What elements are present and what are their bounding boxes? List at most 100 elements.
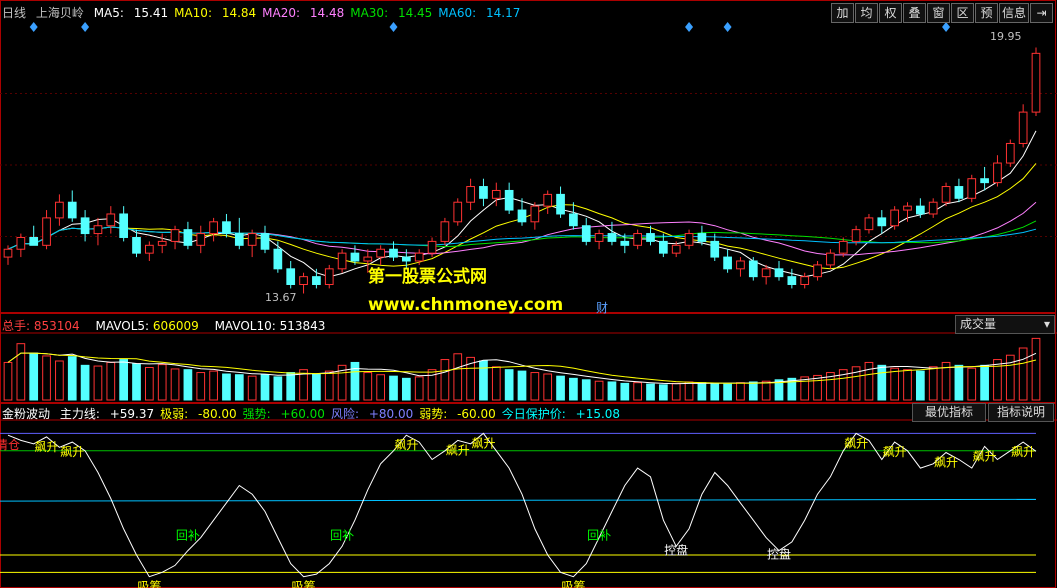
volume-bar[interactable] (324, 370, 334, 401)
candle[interactable] (864, 213, 874, 234)
volume-bar[interactable] (646, 383, 655, 401)
candle[interactable] (633, 229, 643, 250)
volume-bar[interactable] (504, 369, 514, 401)
volume-bar[interactable] (761, 380, 771, 401)
volume-bar[interactable] (915, 370, 925, 401)
candle[interactable] (684, 229, 694, 250)
candle[interactable] (710, 233, 720, 261)
candle[interactable] (106, 206, 116, 234)
toolbar-button[interactable]: 窗 (926, 3, 950, 23)
volume-bar[interactable] (517, 370, 527, 401)
candle[interactable] (928, 198, 938, 218)
period-label[interactable]: 日线 (2, 6, 26, 20)
volume-bar[interactable] (903, 369, 912, 401)
candle[interactable] (748, 257, 758, 281)
volume-bar[interactable] (389, 375, 398, 401)
candle[interactable] (504, 182, 514, 214)
volume-bar[interactable] (401, 377, 411, 401)
volume-bar[interactable] (183, 369, 193, 401)
volume-bar[interactable] (684, 381, 694, 401)
volume-bar[interactable] (1018, 347, 1028, 401)
volume-bar[interactable] (80, 364, 90, 401)
candle[interactable] (299, 272, 308, 294)
candle[interactable] (453, 198, 463, 226)
toolbar-button[interactable]: 叠 (902, 3, 926, 23)
volume-bar[interactable] (453, 353, 463, 401)
volume-bar[interactable] (980, 364, 989, 401)
candle[interactable] (594, 229, 604, 250)
volume-bar[interactable] (170, 368, 180, 401)
volume-bar[interactable] (967, 367, 977, 401)
volume-panel[interactable]: 总手: 853104 MAVOL5: 606009 MAVOL10: 51384… (0, 313, 1057, 403)
volume-bar[interactable] (491, 366, 501, 401)
candle[interactable] (787, 268, 797, 289)
candle[interactable] (967, 174, 977, 203)
candle[interactable] (273, 241, 283, 273)
candle[interactable] (1031, 47, 1041, 117)
volume-bar[interactable] (581, 379, 591, 401)
volume-bar[interactable] (633, 382, 643, 401)
volume-bar[interactable] (530, 372, 540, 401)
volume-bar[interactable] (658, 384, 668, 401)
candle[interactable] (93, 217, 103, 246)
volume-bar[interactable] (3, 361, 13, 401)
candle[interactable] (234, 217, 244, 250)
candle[interactable] (479, 178, 488, 207)
candle[interactable] (530, 202, 540, 230)
candle[interactable] (144, 241, 154, 261)
best-indicator-button[interactable]: 最优指标 (912, 403, 986, 422)
toolbar-button[interactable]: 均 (854, 3, 878, 23)
volume-bar[interactable] (312, 373, 321, 401)
candle[interactable] (993, 155, 1002, 187)
volume-bar[interactable] (440, 359, 450, 401)
candle[interactable] (209, 217, 218, 242)
volume-bar[interactable] (29, 352, 39, 401)
volume-bar[interactable] (286, 372, 296, 401)
candle[interactable] (813, 260, 822, 281)
volume-bar[interactable] (620, 382, 630, 401)
watermark-url[interactable]: www.chnmoney.com (368, 295, 563, 315)
candle[interactable] (260, 225, 270, 254)
volume-bar[interactable] (877, 364, 887, 401)
toolbar-button[interactable]: ⇥ (1030, 3, 1053, 23)
volume-bar[interactable] (800, 376, 810, 401)
volume-bar[interactable] (363, 372, 373, 401)
volume-dropdown[interactable]: 成交量 ▾ (955, 315, 1055, 334)
volume-bar[interactable] (209, 370, 218, 401)
candle[interactable] (890, 206, 900, 230)
volume-bar[interactable] (607, 381, 617, 401)
candle[interactable] (581, 217, 591, 246)
volume-bar[interactable] (157, 364, 167, 401)
event-diamond-icon[interactable] (29, 22, 38, 32)
volume-bar[interactable] (569, 377, 578, 401)
indicator-chart[interactable]: 飙升 飙升吸筹 吸筹飙升 飙升 飙升吸筹控盘 控盘飙升飙升飙升 飙升 飙升清仓回补 回补 回补 (0, 403, 1057, 588)
candle[interactable] (42, 210, 51, 250)
volume-bar[interactable] (697, 382, 707, 401)
indicator-panel[interactable]: 金粉波动 主力线: +59.37 极弱: -80.00 强势: +60.00 风险: … (0, 403, 1057, 588)
candle[interactable] (774, 260, 784, 281)
toolbar-button[interactable]: 权 (878, 3, 902, 23)
volume-bar[interactable] (890, 367, 900, 401)
volume-bar[interactable] (16, 343, 26, 401)
event-diamond-icon[interactable] (723, 22, 732, 32)
candle[interactable] (1018, 104, 1028, 148)
candle[interactable] (170, 225, 180, 250)
volume-bar[interactable] (67, 356, 77, 401)
candle[interactable] (980, 166, 989, 191)
volume-bar[interactable] (376, 374, 386, 401)
candle[interactable] (941, 182, 951, 207)
candle[interactable] (466, 178, 475, 211)
volume-bar[interactable] (234, 374, 244, 401)
volume-bar[interactable] (748, 381, 758, 401)
volume-bar[interactable] (132, 363, 141, 401)
volume-bar[interactable] (260, 374, 270, 401)
candle[interactable] (222, 213, 231, 238)
candle[interactable] (247, 229, 257, 258)
candle[interactable] (55, 194, 64, 226)
candle[interactable] (80, 210, 90, 242)
candle[interactable] (1005, 139, 1015, 167)
candlestick-chart[interactable] (0, 0, 1057, 313)
volume-bar[interactable] (222, 373, 231, 401)
candle[interactable] (543, 190, 553, 214)
volume-bar[interactable] (247, 375, 257, 401)
